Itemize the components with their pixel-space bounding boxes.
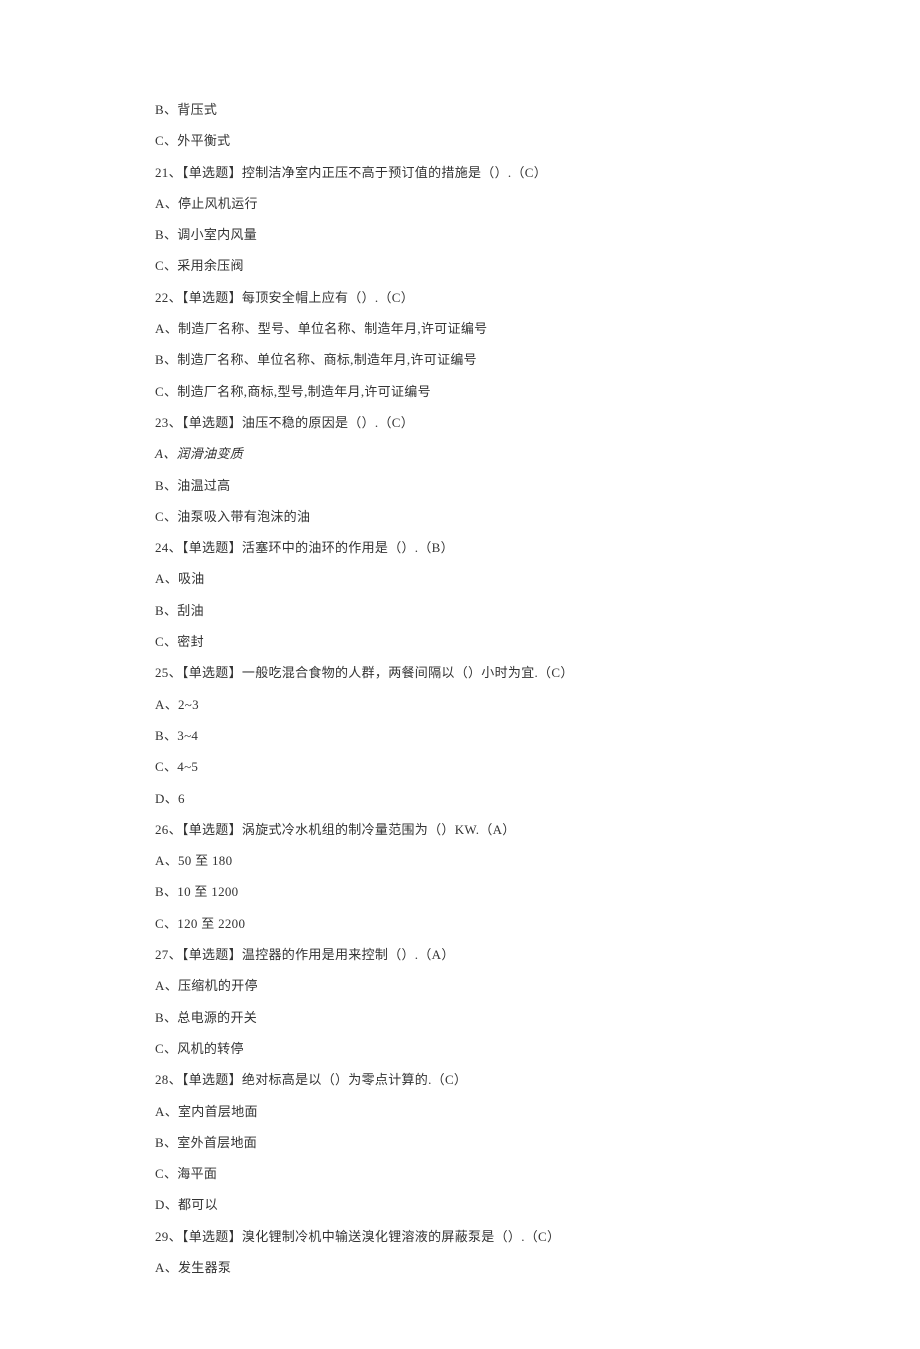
document-page: B、背压式 C、外平衡式 21、【单选题】控制洁净室内正压不高于预订值的措施是（）.… bbox=[0, 0, 920, 1349]
text-line: A、室内首层地面 bbox=[155, 1102, 765, 1123]
text-line: C、外平衡式 bbox=[155, 131, 765, 152]
text-line: 22、【单选题】每顶安全帽上应有（）.（C） bbox=[155, 288, 765, 309]
text-line: 25、【单选题】一般吃混合食物的人群，两餐间隔以（）小时为宜.（C） bbox=[155, 663, 765, 684]
text-line: A、停止风机运行 bbox=[155, 194, 765, 215]
text-line: A、发生器泵 bbox=[155, 1258, 765, 1279]
text-line: 28、【单选题】绝对标高是以（）为零点计算的.（C） bbox=[155, 1070, 765, 1091]
text-line: C、4~5 bbox=[155, 757, 765, 778]
text-line: C、120 至 2200 bbox=[155, 914, 765, 935]
text-line: B、总电源的开关 bbox=[155, 1008, 765, 1029]
text-line: C、密封 bbox=[155, 632, 765, 653]
text-line: 24、【单选题】活塞环中的油环的作用是（）.（B） bbox=[155, 538, 765, 559]
text-line: B、调小室内风量 bbox=[155, 225, 765, 246]
text-line: A、制造厂名称、型号、单位名称、制造年月,许可证编号 bbox=[155, 319, 765, 340]
text-line: A、压缩机的开停 bbox=[155, 976, 765, 997]
text-line: C、海平面 bbox=[155, 1164, 765, 1185]
text-line: B、室外首层地面 bbox=[155, 1133, 765, 1154]
text-line: 29、【单选题】溴化锂制冷机中输送溴化锂溶液的屏蔽泵是（）.（C） bbox=[155, 1227, 765, 1248]
text-line: B、3~4 bbox=[155, 726, 765, 747]
text-line: D、6 bbox=[155, 789, 765, 810]
text-line: B、10 至 1200 bbox=[155, 882, 765, 903]
text-line: B、油温过高 bbox=[155, 476, 765, 497]
text-line: D、都可以 bbox=[155, 1195, 765, 1216]
text-line: B、刮油 bbox=[155, 601, 765, 622]
text-line: C、风机的转停 bbox=[155, 1039, 765, 1060]
text-line: 26、【单选题】涡旋式冷水机组的制冷量范围为（）KW.（A） bbox=[155, 820, 765, 841]
text-line: A、50 至 180 bbox=[155, 851, 765, 872]
text-line: C、制造厂名称,商标,型号,制造年月,许可证编号 bbox=[155, 382, 765, 403]
text-line: A、润滑油变质 bbox=[155, 444, 765, 465]
text-line: 23、【单选题】油压不稳的原因是（）.（C） bbox=[155, 413, 765, 434]
text-line: B、背压式 bbox=[155, 100, 765, 121]
text-line: B、制造厂名称、单位名称、商标,制造年月,许可证编号 bbox=[155, 350, 765, 371]
text-line: C、油泵吸入带有泡沫的油 bbox=[155, 507, 765, 528]
text-line: C、采用余压阀 bbox=[155, 256, 765, 277]
text-line: 27、【单选题】温控器的作用是用来控制（）.（A） bbox=[155, 945, 765, 966]
text-line: A、2~3 bbox=[155, 695, 765, 716]
text-line: 21、【单选题】控制洁净室内正压不高于预订值的措施是（）.（C） bbox=[155, 163, 765, 184]
text-line: A、吸油 bbox=[155, 569, 765, 590]
